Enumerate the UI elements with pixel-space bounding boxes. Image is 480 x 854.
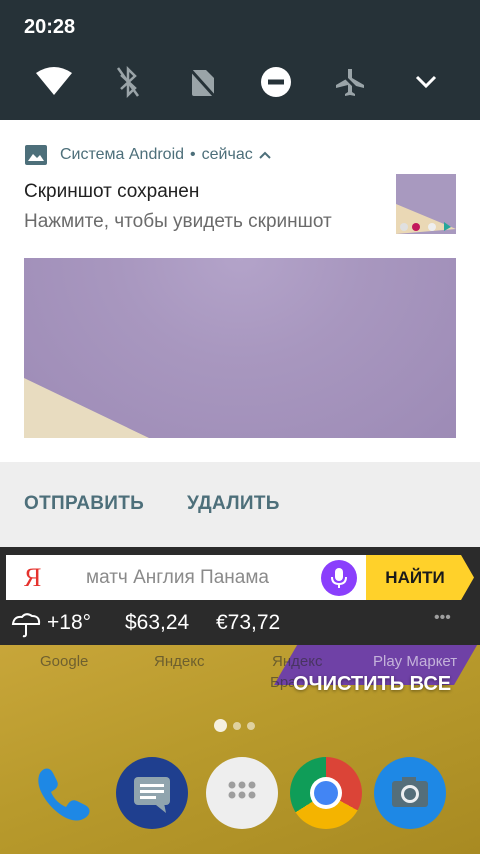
wifi-icon[interactable] bbox=[34, 62, 74, 102]
app-label-yandex[interactable]: Яндекс bbox=[154, 653, 204, 670]
no-sim-icon[interactable] bbox=[182, 62, 222, 102]
bluetooth-off-icon[interactable] bbox=[108, 62, 148, 102]
airplane-mode-off-icon[interactable] bbox=[330, 62, 370, 102]
screenshot-notification[interactable]: Система Android • сейчас Скриншот сохран… bbox=[0, 120, 480, 547]
notification-header: Система Android • сейчас bbox=[24, 144, 271, 166]
share-button[interactable]: ОТПРАВИТЬ bbox=[24, 493, 144, 515]
chevron-up-icon[interactable] bbox=[259, 151, 271, 159]
header-separator: • bbox=[190, 146, 196, 163]
notification-time: сейчас bbox=[201, 146, 253, 163]
app-label-google[interactable]: Google bbox=[40, 653, 88, 670]
quick-settings-panel: 20:28 bbox=[0, 0, 480, 120]
notification-text: Нажмите, чтобы увидеть скриншот bbox=[24, 211, 332, 232]
delete-button[interactable]: УДАЛИТЬ bbox=[187, 493, 280, 515]
notification-actions: ОТПРАВИТЬ УДАЛИТЬ bbox=[0, 462, 480, 547]
yandex-search-box[interactable]: Я матч Англия Панама bbox=[6, 555, 366, 600]
weather-rain-icon[interactable] bbox=[10, 612, 42, 644]
all-apps-icon[interactable] bbox=[206, 757, 278, 829]
yandex-search-widget: Я матч Англия Панама НАЙТИ bbox=[0, 547, 480, 605]
messages-icon[interactable] bbox=[116, 757, 188, 829]
eur-rate[interactable]: €73,72 bbox=[216, 611, 280, 635]
chrome-icon[interactable] bbox=[290, 757, 362, 829]
expand-chevron-icon[interactable] bbox=[406, 62, 446, 102]
yandex-logo: Я bbox=[24, 563, 42, 592]
app-label-play-market[interactable]: Play Маркет bbox=[373, 653, 457, 670]
clear-all-button[interactable]: ОЧИСТИТЬ ВСЕ bbox=[293, 673, 451, 696]
do-not-disturb-icon[interactable] bbox=[256, 62, 296, 102]
clock: 20:28 bbox=[24, 16, 76, 38]
page-indicator bbox=[214, 719, 255, 732]
camera-icon[interactable] bbox=[374, 757, 446, 829]
notification-title: Скриншот сохранен bbox=[24, 181, 200, 202]
app-label-yandex-browser[interactable]: Яндекс bbox=[272, 653, 322, 670]
phone-icon[interactable] bbox=[26, 757, 98, 829]
temperature[interactable]: +18° bbox=[47, 611, 91, 635]
search-input[interactable]: матч Англия Панама bbox=[86, 567, 269, 589]
more-icon[interactable]: ••• bbox=[434, 609, 451, 627]
screenshot-preview[interactable] bbox=[24, 258, 456, 438]
yandex-info-bar: +18° $63,24 €73,72 ••• bbox=[0, 605, 480, 645]
usd-rate[interactable]: $63,24 bbox=[125, 611, 189, 635]
microphone-icon[interactable] bbox=[321, 560, 357, 596]
screenshot-thumbnail[interactable] bbox=[396, 174, 456, 234]
image-icon bbox=[25, 145, 47, 165]
search-button[interactable]: НАЙТИ bbox=[366, 555, 474, 600]
notification-app-name: Система Android bbox=[60, 146, 185, 163]
